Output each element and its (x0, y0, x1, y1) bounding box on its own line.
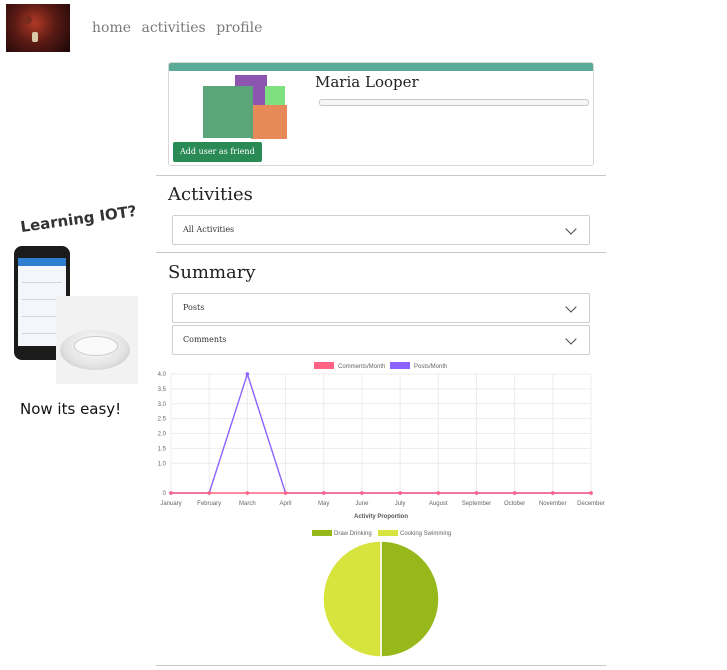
profile-card: Maria Looper Add user as friend (168, 62, 594, 166)
nav-profile-link[interactable]: profile (216, 20, 262, 36)
legend-swatch (312, 530, 332, 536)
profile-username: Maria Looper (315, 73, 419, 91)
divider (156, 175, 606, 176)
chevron-down-icon (565, 223, 577, 235)
summary-heading: Summary (168, 262, 256, 283)
site-logo[interactable] (6, 4, 70, 52)
x-tick-label: March (239, 501, 256, 507)
monthly-activity-line-chart: Comments/Month Posts/Month 0 1.0 1.5 2.0 2.5 3.… (158, 362, 605, 507)
legend-swatch (378, 530, 398, 536)
iot-advertisement[interactable]: Learning IOT? Now its easy! (10, 200, 140, 430)
data-point (474, 491, 479, 495)
x-tick-label: February (197, 501, 221, 507)
data-point (283, 491, 288, 495)
y-tick-label: 1.5 (158, 446, 167, 452)
legend-swatch (390, 362, 410, 369)
activities-heading: Activities (168, 184, 253, 205)
avatar (201, 75, 289, 139)
x-tick-label: October (504, 501, 525, 507)
pie-slice (380, 540, 440, 658)
activities-filter-value: All Activities (183, 225, 235, 234)
data-point (589, 491, 593, 495)
x-tick-label: April (280, 501, 292, 507)
legend-label: Draw Drinking (334, 531, 372, 537)
x-tick-label: July (395, 501, 406, 507)
data-point (551, 491, 555, 495)
x-tick-label: November (539, 501, 567, 507)
chevron-down-icon (565, 333, 577, 345)
data-point (436, 491, 441, 495)
pie-chart-title: Activity Proportion (354, 514, 408, 520)
x-tick-label: January (160, 501, 181, 507)
pie-slice (322, 540, 382, 658)
y-tick-label: 2.0 (158, 432, 167, 438)
data-point (321, 491, 326, 495)
data-point (245, 372, 250, 376)
y-tick-label: 1.0 (158, 461, 167, 467)
nav-home-link[interactable]: home (92, 20, 131, 36)
x-tick-label: December (577, 501, 605, 507)
add-friend-button[interactable]: Add user as friend (173, 142, 262, 162)
comments-select[interactable]: Comments (172, 325, 590, 355)
legend-label: Posts/Month (414, 364, 447, 370)
x-tick-label: September (462, 501, 491, 507)
y-tick-label: 4.0 (158, 372, 167, 378)
x-tick-label: August (429, 501, 448, 507)
activity-proportion-pie-chart: Activity Proportion Draw Drinking Cooking … (312, 514, 451, 658)
data-point (207, 491, 211, 495)
chevron-down-icon (565, 301, 577, 313)
legend-label: Comments/Month (338, 364, 385, 370)
activities-filter-select[interactable]: All Activities (172, 215, 590, 245)
legend-swatch (314, 362, 334, 369)
posts-select-value: Posts (183, 303, 205, 312)
legend-label: Cooking Swimming (400, 531, 451, 537)
divider (156, 665, 606, 666)
y-tick-label: 2.5 (158, 417, 167, 423)
x-tick-label: May (318, 501, 329, 507)
nav-activities-link[interactable]: activities (141, 20, 205, 36)
y-tick-label: 3.0 (158, 402, 167, 408)
posts-select[interactable]: Posts (172, 293, 590, 323)
iot-device-image (56, 296, 138, 384)
profile-progress-bar (319, 99, 589, 106)
ad-headline: Learning IOT? (19, 201, 138, 237)
y-tick-label: 3.5 (158, 387, 167, 393)
y-tick-label: 0 (163, 491, 167, 497)
data-point (398, 491, 402, 495)
data-point (360, 491, 364, 495)
ad-footer-text: Now its easy! (20, 400, 122, 418)
data-point (512, 491, 517, 495)
card-header-bar (169, 63, 593, 71)
data-point (245, 491, 250, 495)
x-tick-label: June (355, 501, 369, 507)
comments-select-value: Comments (183, 335, 227, 344)
main-nav: home activities profile (92, 20, 268, 36)
divider (156, 252, 606, 253)
data-point (169, 491, 173, 495)
